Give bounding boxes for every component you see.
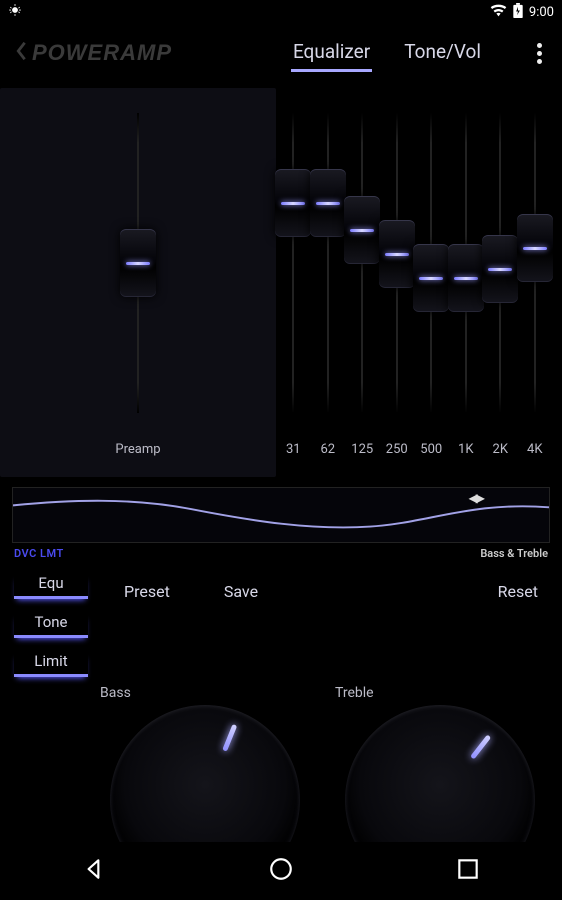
preamp-label: Preamp: [115, 442, 160, 457]
eq-band-label: 125: [351, 442, 373, 457]
eq-slider-500[interactable]: [413, 244, 449, 312]
eq-band-4K: 4K: [518, 88, 553, 477]
toggle-equ[interactable]: Equ: [14, 574, 88, 599]
bass-label: Bass: [100, 685, 309, 701]
eq-slider-4K[interactable]: [517, 214, 553, 282]
eq-curve[interactable]: ◀▶: [12, 487, 550, 543]
eq-bands: 31 62 125 250 500 1K 2K 4K: [276, 88, 552, 477]
eq-slider-31[interactable]: [275, 169, 311, 237]
eq-band-label: 500: [420, 442, 442, 457]
more-menu-icon[interactable]: [531, 35, 548, 72]
wifi-icon: [490, 3, 507, 21]
back-icon[interactable]: [14, 40, 28, 66]
eq-slider-1K[interactable]: [448, 244, 484, 312]
preamp-slider[interactable]: [120, 229, 156, 297]
bass-treble-label: Bass & Treble: [480, 547, 548, 560]
app-header: POWERAMP Equalizer Tone/Vol: [0, 24, 562, 82]
save-button[interactable]: Save: [214, 582, 268, 601]
dvc-lmt-label: DVC LMT: [14, 547, 64, 560]
app-logo: POWERAMP: [32, 40, 172, 66]
eq-slider-2K[interactable]: [482, 235, 518, 303]
eq-band-1K: 1K: [449, 88, 484, 477]
eq-band-250: 250: [380, 88, 415, 477]
eq-band-500: 500: [414, 88, 449, 477]
preset-button[interactable]: Preset: [114, 582, 180, 601]
toggle-column: Equ Tone Limit: [14, 574, 88, 677]
eq-band-label: 1K: [458, 442, 473, 457]
equalizer-panel: Preamp 31 62 125 250 500 1K 2K 4K: [0, 82, 562, 477]
eq-band-2K: 2K: [483, 88, 518, 477]
eq-slider-250[interactable]: [379, 220, 415, 288]
nav-back-icon[interactable]: [81, 856, 107, 886]
eq-band-62: 62: [311, 88, 346, 477]
preamp-column: Preamp: [0, 88, 276, 477]
eq-band-label: 250: [386, 442, 408, 457]
treble-label: Treble: [335, 685, 544, 701]
status-bar: 9:00: [0, 0, 562, 24]
eq-band-label: 62: [320, 442, 335, 457]
eq-band-label: 31: [286, 442, 301, 457]
toggle-limit[interactable]: Limit: [14, 652, 88, 677]
battery-icon: [513, 3, 523, 22]
eq-band-label: 4K: [527, 442, 542, 457]
eq-band-31: 31: [276, 88, 311, 477]
button-row: Equ Tone Limit Preset Save Reset: [0, 560, 562, 685]
tab-tone-vol[interactable]: Tone/Vol: [402, 34, 483, 72]
header-tabs: Equalizer Tone/Vol: [291, 34, 548, 72]
status-time: 9:00: [529, 5, 554, 20]
eq-band-label: 2K: [493, 442, 508, 457]
tab-equalizer[interactable]: Equalizer: [291, 34, 372, 72]
toggle-tone[interactable]: Tone: [14, 613, 88, 638]
eq-slider-125[interactable]: [344, 196, 380, 264]
eq-track: [292, 113, 294, 413]
android-navbar: [0, 842, 562, 900]
debug-icon: [8, 3, 22, 21]
nav-home-icon[interactable]: [268, 856, 294, 886]
reset-button[interactable]: Reset: [488, 582, 548, 601]
eq-band-125: 125: [345, 88, 380, 477]
curve-footer: DVC LMT Bass & Treble: [0, 545, 562, 560]
curve-scroll-icon[interactable]: ◀▶: [469, 491, 483, 505]
eq-track: [327, 113, 329, 413]
eq-slider-62[interactable]: [310, 169, 346, 237]
nav-recent-icon[interactable]: [455, 856, 481, 886]
